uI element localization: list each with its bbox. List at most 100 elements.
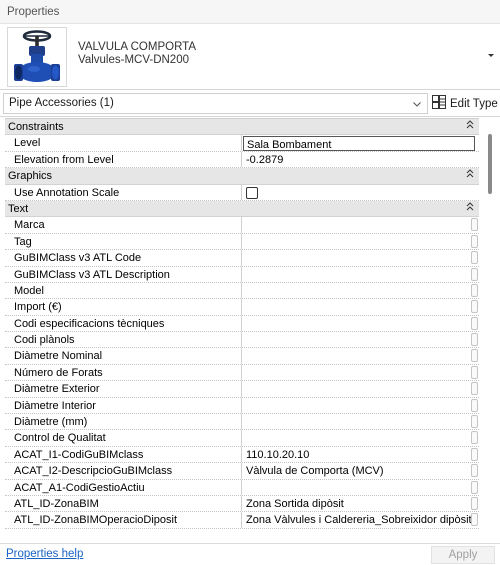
property-row[interactable]: Level Sala Bombament <box>5 135 479 152</box>
property-name: ACAT_A1-CodiGestioActiu <box>5 479 242 495</box>
property-row[interactable]: Diàmetre Nominal <box>5 348 479 365</box>
value-edit-button[interactable] <box>471 349 478 363</box>
type-dropdown-icon[interactable] <box>486 50 496 60</box>
apply-button[interactable]: Apply <box>431 546 495 564</box>
collapse-chevron-icon[interactable] <box>466 119 474 135</box>
property-value[interactable]: Zona Vàlvules i Caldereria_Sobreixidor d… <box>243 512 479 527</box>
property-row[interactable]: Diàmetre Exterior <box>5 381 479 398</box>
property-value[interactable] <box>243 430 479 445</box>
group-header-constraints[interactable]: Constraints <box>5 119 479 136</box>
value-edit-button[interactable] <box>471 496 478 510</box>
property-row[interactable]: ACAT_A1-CodiGestioActiu <box>5 479 479 496</box>
type-selector[interactable]: VALVULA COMPORTA Valvules-MCV-DN200 <box>0 24 500 90</box>
property-row[interactable]: Import (€) <box>5 299 479 316</box>
property-name: ACAT_I2-DescripcioGuBIMclass <box>5 463 242 479</box>
type-name: Valvules-MCV-DN200 <box>78 54 189 66</box>
palette-footer: Properties help Apply <box>0 543 500 565</box>
value-edit-button[interactable] <box>471 431 478 445</box>
property-name: Número de Forats <box>5 364 242 381</box>
palette-title: Properties <box>0 0 500 24</box>
property-value[interactable] <box>243 480 479 495</box>
property-row[interactable]: Use Annotation Scale <box>5 184 479 201</box>
instance-filter-row: Pipe Accessories (1) Edit Type <box>0 90 500 117</box>
property-value[interactable] <box>243 348 479 363</box>
edit-type-button[interactable]: Edit Type <box>431 93 498 114</box>
value-edit-button[interactable] <box>471 234 478 248</box>
property-name: ATL_ID-ZonaBIM <box>5 495 242 512</box>
value-edit-button[interactable] <box>471 283 478 297</box>
edit-type-icon <box>431 94 447 113</box>
edit-type-label: Edit Type <box>450 97 498 110</box>
family-name: VALVULA COMPORTA <box>78 41 197 53</box>
value-edit-button[interactable] <box>471 267 478 281</box>
property-row[interactable]: Diàmetre (mm) <box>5 414 479 431</box>
property-value[interactable] <box>243 234 479 249</box>
value-edit-button[interactable] <box>471 251 478 265</box>
value-edit-button[interactable] <box>471 300 478 314</box>
property-value[interactable] <box>243 250 479 265</box>
property-value[interactable] <box>243 316 479 331</box>
property-row[interactable]: Codi especificacions tècniques <box>5 315 479 333</box>
vertical-scrollbar[interactable] <box>480 118 500 543</box>
property-row[interactable]: Tag <box>5 233 479 251</box>
use-annotation-scale-checkbox[interactable] <box>246 186 258 199</box>
value-edit-button[interactable] <box>471 480 478 494</box>
property-name: Codi especificacions tècniques <box>5 315 242 332</box>
property-value[interactable] <box>243 217 479 232</box>
properties-help-link[interactable]: Properties help <box>6 548 83 560</box>
property-value[interactable] <box>243 283 479 298</box>
property-row[interactable]: GuBIMClass v3 ATL Code <box>5 250 479 267</box>
property-row[interactable]: Codi plànols <box>5 332 479 349</box>
property-value[interactable] <box>243 299 479 314</box>
scrollbar-thumb[interactable] <box>488 134 492 194</box>
property-name: ACAT_I1-CodiGuBIMclass <box>5 446 242 463</box>
properties-grid: Constraints Level Sala Bombament Elevation … <box>5 118 479 543</box>
property-name: Control de Qualitat <box>5 430 242 446</box>
property-row[interactable]: Marca <box>5 217 479 234</box>
property-name: Elevation from Level <box>5 151 242 168</box>
property-row[interactable]: Número de Forats <box>5 364 479 382</box>
value-edit-button[interactable] <box>471 464 478 478</box>
property-row[interactable]: Diàmetre Interior <box>5 397 479 415</box>
value-edit-button[interactable] <box>471 218 478 232</box>
property-name: Diàmetre Exterior <box>5 381 242 397</box>
property-name: Level <box>5 135 242 151</box>
property-name: Diàmetre Nominal <box>5 348 242 364</box>
value-edit-button[interactable] <box>471 316 478 330</box>
property-name: Diàmetre (mm) <box>5 414 242 430</box>
property-row[interactable]: ATL_ID-ZonaBIM Zona Sortida dipòsit <box>5 495 479 513</box>
property-row[interactable]: Elevation from Level -0.2879 <box>5 151 479 169</box>
group-header-text[interactable]: Text <box>5 200 479 218</box>
property-value[interactable] <box>243 414 479 429</box>
property-row[interactable]: Control de Qualitat <box>5 430 479 447</box>
property-value[interactable] <box>243 381 479 396</box>
group-header-graphics[interactable]: Graphics <box>5 168 479 185</box>
property-value-field[interactable]: Sala Bombament <box>243 135 475 151</box>
collapse-chevron-icon[interactable] <box>466 168 474 184</box>
property-value[interactable]: Zona Sortida dipòsit <box>243 496 479 511</box>
property-value[interactable] <box>243 267 479 282</box>
property-value[interactable] <box>243 332 479 347</box>
property-value[interactable]: -0.2879 <box>243 152 479 167</box>
value-edit-button[interactable] <box>471 333 478 347</box>
chevron-down-icon <box>411 98 423 110</box>
property-value[interactable] <box>243 365 479 380</box>
property-row[interactable]: Model <box>5 282 479 300</box>
value-edit-button[interactable] <box>471 382 478 396</box>
value-edit-button[interactable] <box>471 415 478 429</box>
property-name: GuBIMClass v3 ATL Description <box>5 266 242 282</box>
property-row[interactable]: ACAT_I2-DescripcioGuBIMclass Vàlvula de C… <box>5 463 479 480</box>
property-value[interactable]: Vàlvula de Comporta (MCV) <box>243 463 479 478</box>
property-row[interactable]: ACAT_I1-CodiGuBIMclass 110.10.20.10 <box>5 446 479 464</box>
value-edit-button[interactable] <box>471 513 478 527</box>
collapse-chevron-icon[interactable] <box>466 201 474 217</box>
property-row[interactable]: ATL_ID-ZonaBIMOperacioDiposit Zona Vàlvul… <box>5 512 479 529</box>
property-value[interactable]: 110.10.20.10 <box>243 447 479 462</box>
property-name: Use Annotation Scale <box>5 184 242 200</box>
property-value[interactable] <box>243 398 479 413</box>
property-row[interactable]: GuBIMClass v3 ATL Description <box>5 266 479 283</box>
instance-filter-dropdown[interactable]: Pipe Accessories (1) <box>3 93 428 114</box>
value-edit-button[interactable] <box>471 365 478 379</box>
value-edit-button[interactable] <box>471 447 478 461</box>
value-edit-button[interactable] <box>471 398 478 412</box>
